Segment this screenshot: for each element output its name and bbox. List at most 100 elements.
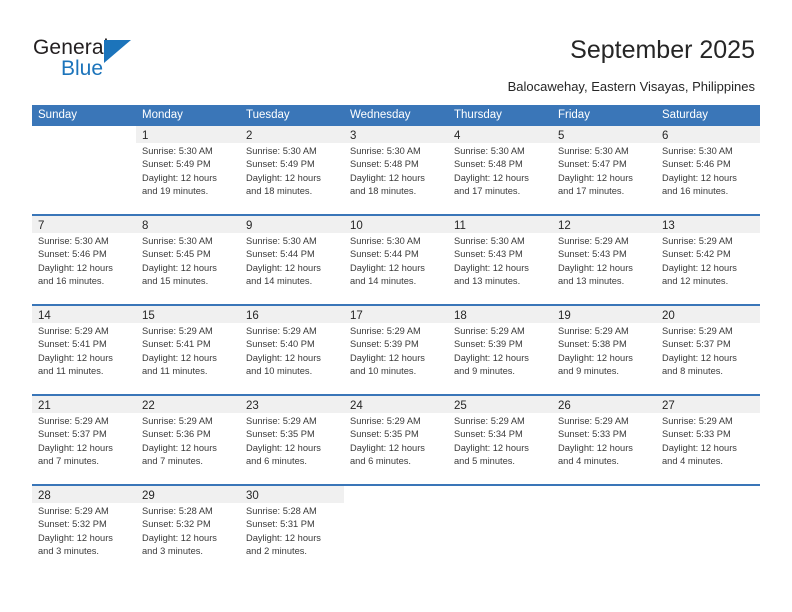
day-cell[interactable]: 3 Sunrise: 5:30 AM Sunset: 5:48 PM Dayli… [344, 126, 448, 214]
sunrise-text: Sunrise: 5:30 AM [454, 146, 525, 156]
day-cell[interactable]: 8 Sunrise: 5:30 AM Sunset: 5:45 PM Dayli… [136, 216, 240, 304]
day-cell[interactable]: 11 Sunrise: 5:30 AM Sunset: 5:43 PM Dayl… [448, 216, 552, 304]
day-cell[interactable]: 9 Sunrise: 5:30 AM Sunset: 5:44 PM Dayli… [240, 216, 344, 304]
day-details: Sunrise: 5:29 AM Sunset: 5:35 PM Dayligh… [240, 413, 344, 469]
day-details: Sunrise: 5:30 AM Sunset: 5:48 PM Dayligh… [344, 143, 448, 199]
sunrise-text: Sunrise: 5:29 AM [454, 326, 525, 336]
logo-text-blue: Blue [61, 57, 104, 80]
daylight-text-line2: and 11 minutes. [142, 366, 208, 377]
day-cell[interactable]: 24 Sunrise: 5:29 AM Sunset: 5:35 PM Dayl… [344, 396, 448, 484]
page-title: September 2025 [570, 36, 755, 64]
daylight-text-line1: Daylight: 12 hours [38, 442, 113, 453]
day-cell[interactable]: 5 Sunrise: 5:30 AM Sunset: 5:47 PM Dayli… [552, 126, 656, 214]
daylight-text-line2: and 14 minutes. [350, 276, 417, 287]
day-cell[interactable]: 13 Sunrise: 5:29 AM Sunset: 5:42 PM Dayl… [656, 216, 760, 304]
day-cell[interactable]: 20 Sunrise: 5:29 AM Sunset: 5:37 PM Dayl… [656, 306, 760, 394]
sunrise-text: Sunrise: 5:29 AM [246, 416, 317, 426]
daylight-text-line1: Daylight: 12 hours [558, 172, 633, 183]
day-details [552, 503, 656, 505]
day-details: Sunrise: 5:29 AM Sunset: 5:40 PM Dayligh… [240, 323, 344, 379]
day-cell[interactable]: 21 Sunrise: 5:29 AM Sunset: 5:37 PM Dayl… [32, 396, 136, 484]
sunrise-text: Sunrise: 5:30 AM [350, 146, 421, 156]
sunrise-text: Sunrise: 5:29 AM [662, 236, 733, 246]
day-cell[interactable]: 22 Sunrise: 5:29 AM Sunset: 5:36 PM Dayl… [136, 396, 240, 484]
day-number: 18 [454, 310, 467, 322]
day-number: 4 [454, 130, 461, 142]
day-number: 16 [246, 310, 259, 322]
day-cell[interactable]: 12 Sunrise: 5:29 AM Sunset: 5:43 PM Dayl… [552, 216, 656, 304]
daylight-text-line1: Daylight: 12 hours [142, 262, 217, 273]
day-number: 6 [662, 130, 669, 142]
day-number: 27 [662, 400, 675, 412]
day-number: 14 [38, 310, 51, 322]
sunset-text: Sunset: 5:33 PM [558, 429, 627, 440]
day-cell[interactable] [656, 486, 760, 574]
sunrise-text: Sunrise: 5:29 AM [454, 416, 525, 426]
day-number: 25 [454, 400, 467, 412]
day-cell[interactable]: 29 Sunrise: 5:28 AM Sunset: 5:32 PM Dayl… [136, 486, 240, 574]
sunrise-text: Sunrise: 5:30 AM [246, 236, 317, 246]
sunrise-text: Sunrise: 5:29 AM [142, 326, 213, 336]
day-cell[interactable]: 16 Sunrise: 5:29 AM Sunset: 5:40 PM Dayl… [240, 306, 344, 394]
daylight-text-line2: and 17 minutes. [558, 186, 625, 197]
daylight-text-line1: Daylight: 12 hours [38, 262, 113, 273]
day-cell[interactable]: 2 Sunrise: 5:30 AM Sunset: 5:49 PM Dayli… [240, 126, 344, 214]
day-cell[interactable] [344, 486, 448, 574]
day-details: Sunrise: 5:29 AM Sunset: 5:41 PM Dayligh… [136, 323, 240, 379]
sunrise-text: Sunrise: 5:30 AM [246, 146, 317, 156]
day-cell[interactable]: 27 Sunrise: 5:29 AM Sunset: 5:33 PM Dayl… [656, 396, 760, 484]
week-row: 7 Sunrise: 5:30 AM Sunset: 5:46 PM Dayli… [32, 214, 760, 304]
day-cell[interactable]: 30 Sunrise: 5:28 AM Sunset: 5:31 PM Dayl… [240, 486, 344, 574]
weekday-header-monday: Monday [142, 109, 183, 121]
sunset-text: Sunset: 5:49 PM [246, 159, 315, 170]
day-cell[interactable]: 26 Sunrise: 5:29 AM Sunset: 5:33 PM Dayl… [552, 396, 656, 484]
daylight-text-line2: and 3 minutes. [38, 546, 99, 557]
day-cell[interactable]: 7 Sunrise: 5:30 AM Sunset: 5:46 PM Dayli… [32, 216, 136, 304]
day-cell[interactable]: 6 Sunrise: 5:30 AM Sunset: 5:46 PM Dayli… [656, 126, 760, 214]
day-number: 8 [142, 220, 149, 232]
day-details: Sunrise: 5:29 AM Sunset: 5:33 PM Dayligh… [552, 413, 656, 469]
day-details: Sunrise: 5:30 AM Sunset: 5:44 PM Dayligh… [240, 233, 344, 289]
calendar-page: General Blue September 2025 Balocawehay,… [0, 0, 792, 612]
day-cell[interactable]: 25 Sunrise: 5:29 AM Sunset: 5:34 PM Dayl… [448, 396, 552, 484]
day-number: 1 [142, 130, 149, 142]
sunset-text: Sunset: 5:43 PM [454, 249, 523, 260]
day-details: Sunrise: 5:30 AM Sunset: 5:46 PM Dayligh… [32, 233, 136, 289]
day-cell[interactable]: 4 Sunrise: 5:30 AM Sunset: 5:48 PM Dayli… [448, 126, 552, 214]
day-cell[interactable] [448, 486, 552, 574]
day-number: 21 [38, 400, 51, 412]
week-row: 14 Sunrise: 5:29 AM Sunset: 5:41 PM Dayl… [32, 304, 760, 394]
sunset-text: Sunset: 5:48 PM [454, 159, 523, 170]
day-cell[interactable]: 14 Sunrise: 5:29 AM Sunset: 5:41 PM Dayl… [32, 306, 136, 394]
day-cell[interactable] [32, 126, 136, 214]
day-cell[interactable]: 18 Sunrise: 5:29 AM Sunset: 5:39 PM Dayl… [448, 306, 552, 394]
day-cell[interactable]: 1 Sunrise: 5:30 AM Sunset: 5:49 PM Dayli… [136, 126, 240, 214]
sunset-text: Sunset: 5:39 PM [350, 339, 419, 350]
day-cell[interactable]: 17 Sunrise: 5:29 AM Sunset: 5:39 PM Dayl… [344, 306, 448, 394]
day-cell[interactable]: 15 Sunrise: 5:29 AM Sunset: 5:41 PM Dayl… [136, 306, 240, 394]
daylight-text-line2: and 13 minutes. [454, 276, 521, 287]
daylight-text-line2: and 2 minutes. [246, 546, 307, 557]
daylight-text-line1: Daylight: 12 hours [350, 262, 425, 273]
daylight-text-line2: and 9 minutes. [558, 366, 619, 377]
day-cell[interactable]: 10 Sunrise: 5:30 AM Sunset: 5:44 PM Dayl… [344, 216, 448, 304]
daylight-text-line2: and 11 minutes. [38, 366, 104, 377]
daylight-text-line1: Daylight: 12 hours [350, 172, 425, 183]
day-details: Sunrise: 5:29 AM Sunset: 5:39 PM Dayligh… [448, 323, 552, 379]
sunset-text: Sunset: 5:32 PM [142, 519, 211, 530]
sunrise-text: Sunrise: 5:29 AM [558, 236, 629, 246]
sunset-text: Sunset: 5:48 PM [350, 159, 419, 170]
daylight-text-line2: and 7 minutes. [142, 456, 203, 467]
day-cell[interactable]: 19 Sunrise: 5:29 AM Sunset: 5:38 PM Dayl… [552, 306, 656, 394]
daylight-text-line1: Daylight: 12 hours [246, 442, 321, 453]
sunset-text: Sunset: 5:46 PM [38, 249, 107, 260]
daylight-text-line1: Daylight: 12 hours [142, 442, 217, 453]
sunrise-text: Sunrise: 5:29 AM [662, 326, 733, 336]
day-cell[interactable] [552, 486, 656, 574]
day-cell[interactable]: 23 Sunrise: 5:29 AM Sunset: 5:35 PM Dayl… [240, 396, 344, 484]
sunrise-text: Sunrise: 5:30 AM [142, 146, 213, 156]
day-number: 30 [246, 490, 259, 502]
daylight-text-line2: and 18 minutes. [350, 186, 417, 197]
day-cell[interactable]: 28 Sunrise: 5:29 AM Sunset: 5:32 PM Dayl… [32, 486, 136, 574]
day-details: Sunrise: 5:29 AM Sunset: 5:39 PM Dayligh… [344, 323, 448, 379]
